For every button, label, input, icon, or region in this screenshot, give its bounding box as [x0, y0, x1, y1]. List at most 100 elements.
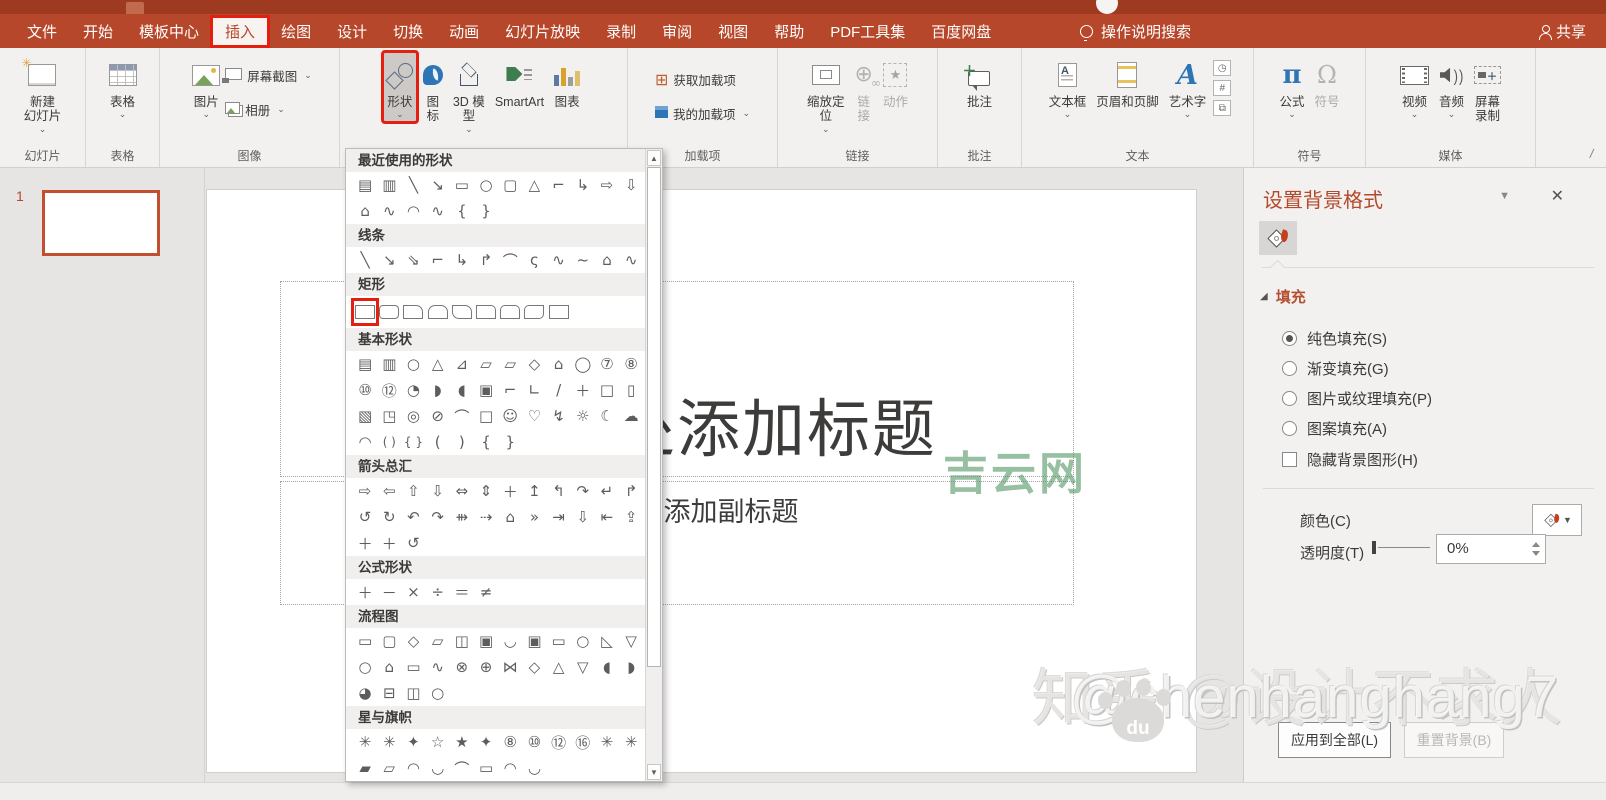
shape-item[interactable]: ⌂ — [498, 505, 522, 529]
scroll-down-button[interactable]: ▼ — [647, 764, 661, 780]
shape-item[interactable]: ∿ — [426, 655, 450, 679]
shape-item[interactable]: ⑩ — [353, 378, 377, 402]
shape-item[interactable]: ☺ — [498, 404, 522, 428]
ribbon-button-表格[interactable]: 表格 ⌄ — [105, 52, 141, 122]
shape-item[interactable]: － — [377, 580, 401, 604]
shape-item[interactable]: ▭ — [474, 756, 498, 780]
shape-item[interactable]: ▱ — [498, 352, 522, 376]
shape-item[interactable]: ＋ — [353, 580, 377, 604]
shape-item-rectangle[interactable] — [401, 300, 425, 324]
shape-item[interactable]: ⇨ — [353, 479, 377, 503]
shape-item[interactable]: ∿ — [426, 199, 450, 223]
shape-item[interactable]: ∿ — [619, 248, 643, 272]
shape-item[interactable]: ○ — [474, 173, 498, 197]
shape-item[interactable]: / — [547, 378, 571, 402]
shape-item-rectangle[interactable] — [474, 300, 498, 324]
menu-tab-PDF工具集[interactable]: PDF工具集 — [817, 17, 918, 46]
reset-background-button[interactable]: 重置背景(B) — [1404, 722, 1504, 758]
shape-item[interactable]: ◡ — [522, 756, 546, 780]
ribbon-button-音频[interactable]: )) 音频 ⌄ — [1435, 52, 1468, 122]
shape-item[interactable]: ⌂ — [547, 352, 571, 376]
ribbon-button-图标[interactable]: 图 标 — [419, 52, 447, 127]
shape-item[interactable]: ⌐ — [426, 248, 450, 272]
shape-item[interactable]: ◳ — [377, 404, 401, 428]
shape-item[interactable]: ≠ — [474, 580, 498, 604]
ribbon-button-页眉和页脚[interactable]: 页眉和页脚 — [1092, 52, 1163, 112]
menu-tab-百度网盘[interactable]: 百度网盘 — [918, 17, 1004, 46]
shape-item[interactable]: ◠ — [353, 430, 377, 454]
transparency-value-box[interactable]: 0% — [1436, 534, 1546, 564]
shape-item[interactable]: □ — [474, 404, 498, 428]
menu-tab-绘图[interactable]: 绘图 — [268, 17, 324, 46]
shape-item[interactable]: ☾ — [595, 404, 619, 428]
transparency-slider-thumb[interactable] — [1372, 541, 1376, 554]
fill-option-4[interactable]: 图案填充(A) — [1282, 418, 1387, 439]
shape-item[interactable]: ◎ — [401, 404, 425, 428]
menu-tab-切换[interactable]: 切换 — [380, 17, 436, 46]
fill-bucket-tab[interactable] — [1259, 221, 1297, 255]
menu-tab-录制[interactable]: 录制 — [593, 17, 649, 46]
fill-option-2[interactable]: 渐变填充(G) — [1282, 358, 1389, 379]
shape-item[interactable]: ▭ — [547, 629, 571, 653]
shape-item[interactable]: { } — [401, 430, 425, 454]
shape-item[interactable]: ▭ — [450, 173, 474, 197]
shape-item[interactable]: ( — [426, 430, 450, 454]
shape-item[interactable]: ◡ — [426, 756, 450, 780]
ribbon-button-图表[interactable]: 图表 — [550, 52, 584, 112]
shape-item-rectangle[interactable] — [377, 300, 401, 324]
shape-item[interactable]: ＋ — [571, 378, 595, 402]
shape-item[interactable]: ▧ — [353, 404, 377, 428]
shape-item[interactable]: ◇ — [522, 655, 546, 679]
shape-item[interactable]: ↰ — [547, 479, 571, 503]
shape-item[interactable]: ⇔ — [450, 479, 474, 503]
shape-item[interactable]: ⋈ — [498, 655, 522, 679]
hide-background-checkbox-row[interactable]: 隐藏背景图形(H) — [1282, 449, 1418, 470]
shape-item-rectangle[interactable] — [350, 298, 380, 326]
ribbon-collapse-handle[interactable]: / — [1589, 146, 1595, 161]
shape-item[interactable]: ⑫ — [547, 730, 571, 754]
shape-item[interactable]: ◫ — [401, 681, 425, 705]
shape-item[interactable]: ▭ — [353, 629, 377, 653]
shape-item[interactable]: ↳ — [450, 248, 474, 272]
shape-item[interactable]: ◗ — [619, 655, 643, 679]
shape-item[interactable]: » — [522, 505, 546, 529]
shape-item[interactable]: ⇨ — [595, 173, 619, 197]
shape-item[interactable]: ↱ — [619, 479, 643, 503]
shape-item[interactable]: ⊘ — [426, 404, 450, 428]
menu-tab-审阅[interactable]: 审阅 — [649, 17, 705, 46]
ribbon-button-视频[interactable]: 视频 ⌄ — [1396, 52, 1433, 122]
shape-item[interactable]: × — [401, 580, 425, 604]
checkbox-icon[interactable] — [1282, 452, 1297, 467]
ribbon-button-公式[interactable]: π 公式 ⌄ — [1275, 52, 1308, 122]
shape-item[interactable]: ＋ — [498, 479, 522, 503]
shape-item[interactable]: ▭ — [401, 655, 425, 679]
date-time-icon[interactable]: ◷ — [1213, 60, 1232, 76]
ribbon-button-形状[interactable]: 形状 ⌄ — [380, 49, 419, 125]
shape-item[interactable]: ▢ — [377, 629, 401, 653]
ribbon-button-图片[interactable]: 图片 ⌄ — [188, 52, 224, 122]
shape-item[interactable]: ◇ — [522, 352, 546, 376]
shape-item[interactable]: ○ — [401, 352, 425, 376]
shape-item[interactable]: ⑦ — [595, 352, 619, 376]
menu-tab-文件[interactable]: 文件 — [14, 17, 70, 46]
shape-item[interactable]: { — [450, 199, 474, 223]
shape-item[interactable]: ◇ — [401, 629, 425, 653]
shape-item[interactable]: □ — [595, 378, 619, 402]
shape-item[interactable]: ◗ — [426, 378, 450, 402]
shape-item[interactable]: ✳ — [377, 730, 401, 754]
shape-item[interactable]: ▤ — [353, 352, 377, 376]
shape-item[interactable]: ∿ — [377, 199, 401, 223]
radio-icon[interactable] — [1282, 421, 1297, 436]
shape-item[interactable]: ◡ — [498, 629, 522, 653]
ribbon-button-相册[interactable]: 相册 ⌄ — [225, 96, 312, 122]
shape-item[interactable]: } — [498, 430, 522, 454]
shape-item[interactable]: ✳ — [619, 730, 643, 754]
menu-tab-设计[interactable]: 设计 — [324, 17, 380, 46]
shape-item[interactable]: ⌂ — [353, 199, 377, 223]
shape-item[interactable]: ⊿ — [450, 352, 474, 376]
ribbon-button-缩放定位[interactable]: 缩放定 位 ⌄ — [803, 52, 849, 137]
shape-item[interactable]: ⊟ — [377, 681, 401, 705]
shape-item[interactable]: ▥ — [377, 352, 401, 376]
shape-item[interactable]: ✳ — [595, 730, 619, 754]
shape-item[interactable]: ▱ — [474, 352, 498, 376]
